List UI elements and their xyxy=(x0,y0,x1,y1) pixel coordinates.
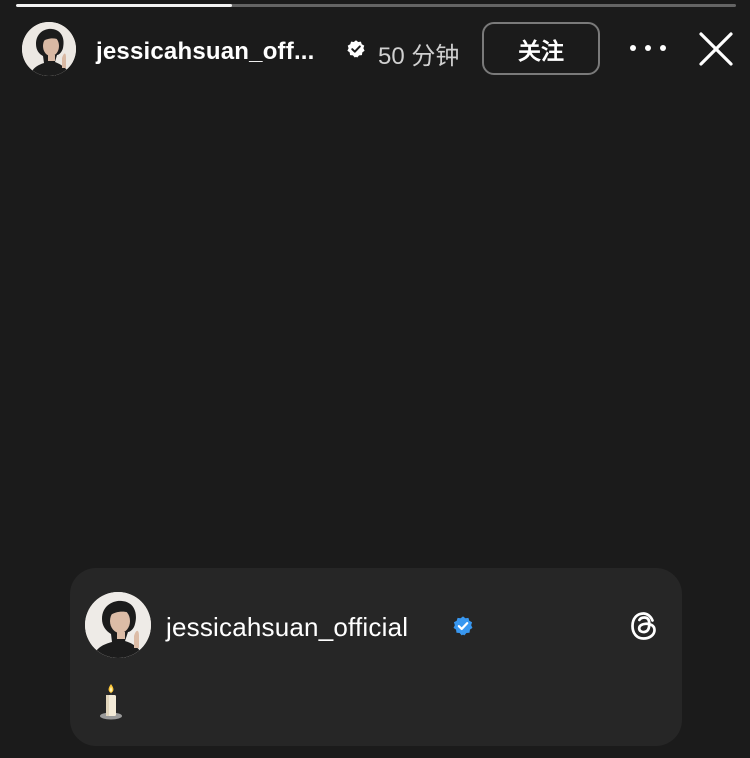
story-viewer: jessicahsuan_off... 50 分钟 关注 jessicahsua… xyxy=(0,0,750,758)
threads-logo-icon[interactable] xyxy=(626,608,662,644)
post-time: 50 分钟 xyxy=(378,43,460,70)
candle-icon xyxy=(100,684,122,720)
verified-badge-icon xyxy=(453,616,473,636)
verified-badge-icon xyxy=(347,40,365,58)
story-progress-fill xyxy=(16,4,232,7)
more-dot xyxy=(630,45,636,51)
more-dot xyxy=(660,45,666,51)
more-horizontal-icon[interactable] xyxy=(630,36,666,60)
story-progress-bar xyxy=(16,4,736,7)
story-header: jessicahsuan_off... 50 分钟 关注 xyxy=(0,18,750,78)
threads-post-card[interactable]: jessicahsuan_official xyxy=(70,568,682,746)
avatar-photo xyxy=(22,22,76,76)
avatar-photo xyxy=(85,592,151,658)
card-username[interactable]: jessicahsuan_official xyxy=(166,612,408,643)
more-dot xyxy=(645,45,651,51)
avatar[interactable] xyxy=(85,592,151,658)
follow-button[interactable]: 关注 xyxy=(482,22,600,75)
avatar[interactable] xyxy=(22,22,76,76)
close-icon[interactable] xyxy=(697,30,735,68)
story-username[interactable]: jessicahsuan_off... xyxy=(96,38,315,66)
